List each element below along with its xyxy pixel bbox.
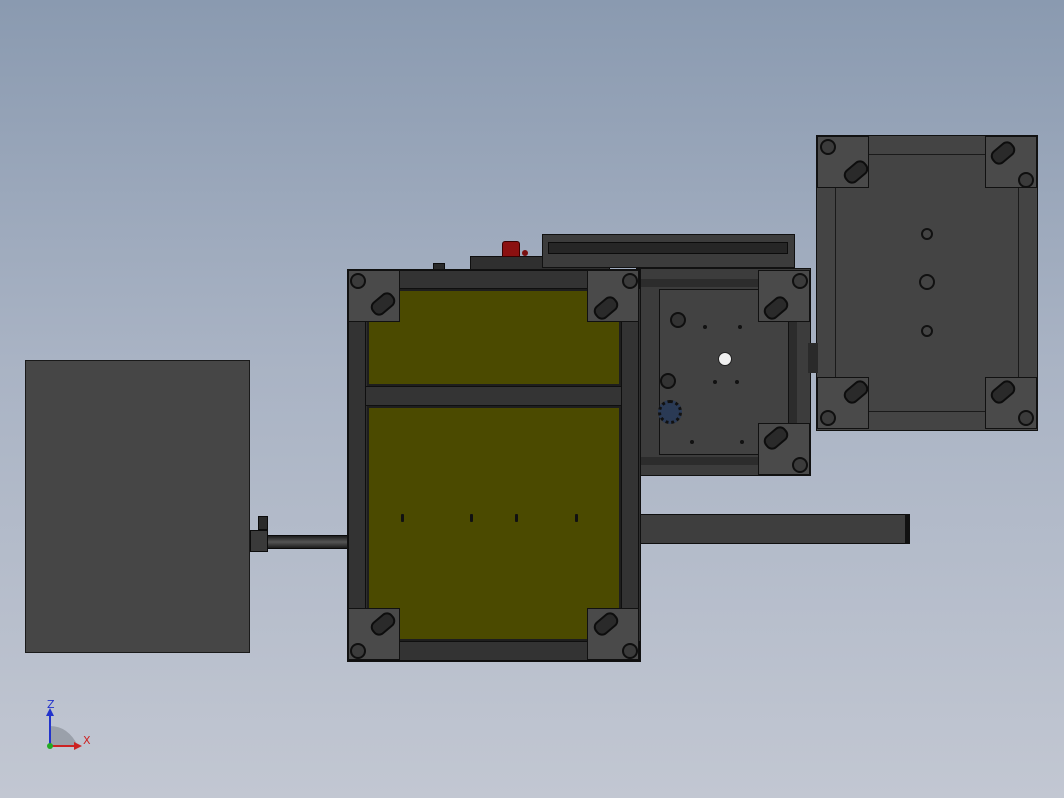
panel-marker — [515, 514, 518, 522]
origin-point-icon — [47, 743, 53, 749]
emergency-stop-button[interactable] — [502, 241, 520, 257]
table-mount-point — [921, 228, 933, 240]
motor-hole — [713, 380, 717, 384]
bolt-icon — [820, 410, 836, 426]
motor-hole — [740, 440, 744, 444]
bolt-icon — [1018, 410, 1034, 426]
table-mount-point — [919, 274, 935, 290]
axis-label-x: X — [83, 734, 91, 747]
bolt-icon — [820, 139, 836, 155]
bolt-icon — [622, 273, 638, 289]
left-box[interactable] — [25, 360, 250, 653]
motor-hole — [735, 380, 739, 384]
panel-marker — [470, 514, 473, 522]
top-rail-inner — [548, 242, 788, 254]
panel-marker — [575, 514, 578, 522]
bolt-icon — [622, 643, 638, 659]
extension-bar — [638, 514, 910, 544]
bolt-icon — [792, 457, 808, 473]
motor-hole — [738, 325, 742, 329]
gear-icon — [658, 400, 682, 424]
connecting-tube — [262, 535, 352, 549]
bolt-icon — [1018, 172, 1034, 188]
center-hole — [718, 352, 732, 366]
bolt-icon — [350, 273, 366, 289]
x-axis-arrow-icon — [74, 742, 82, 750]
indicator-light — [522, 250, 528, 256]
bolt-icon — [792, 273, 808, 289]
tube-fitting — [250, 530, 268, 552]
bolt-icon — [350, 643, 366, 659]
pulley-lower — [660, 373, 676, 389]
extension-bar-end — [905, 514, 910, 544]
frame-crossbar — [362, 386, 626, 406]
triad-plane-shading — [50, 726, 78, 746]
motor-hole — [690, 440, 694, 444]
panel-lower — [367, 406, 621, 641]
frame-right-post — [621, 270, 639, 660]
panel-upper — [367, 289, 621, 386]
axis-label-z: Z — [47, 698, 55, 711]
panel-marker — [401, 514, 404, 522]
frame-left-post — [348, 270, 366, 660]
tube-valve — [258, 516, 268, 530]
pulley-upper — [670, 312, 686, 328]
table-mount-point — [921, 325, 933, 337]
right-table-connector — [808, 343, 818, 373]
motor-hole — [703, 325, 707, 329]
